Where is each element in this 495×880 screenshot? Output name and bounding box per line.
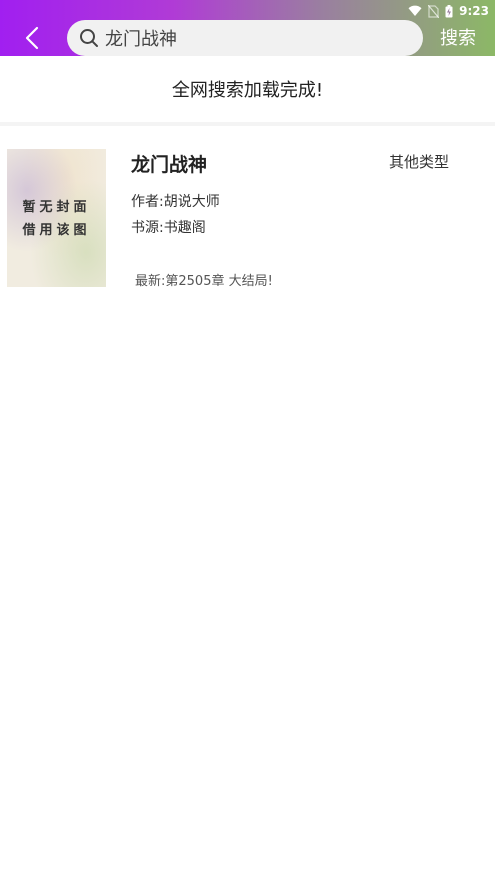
search-status-message: 全网搜索加载完成! [0, 56, 495, 126]
battery-charging-icon [445, 4, 453, 17]
chevron-left-icon [25, 26, 39, 50]
cover-text-line-2: 借用该图 [22, 223, 91, 238]
book-title: 龙门战神 [131, 154, 208, 176]
no-sim-icon [428, 4, 440, 18]
wifi-icon [408, 5, 422, 16]
status-time: 9:23 [459, 4, 489, 18]
book-source: 书源:书趣阁 [131, 220, 206, 236]
book-category: 其他类型 [389, 153, 450, 171]
status-bar: 9:23 [408, 2, 489, 20]
cover-text-line-1: 暂无封面 [22, 200, 91, 215]
list-item[interactable]: 暂无封面 借用该图 龙门战神 其他类型 作者:胡说大师 书源:书趣阁 最新:第2… [0, 130, 495, 300]
book-cover: 暂无封面 借用该图 [7, 149, 106, 287]
search-box[interactable] [67, 20, 423, 56]
search-icon [79, 28, 99, 48]
search-status-text: 全网搜索加载完成! [171, 80, 324, 101]
book-latest-chapter: 最新:第2505章 大结局! [135, 274, 273, 289]
back-button[interactable] [16, 22, 48, 54]
top-app-bar: 9:23 搜索 [0, 0, 495, 56]
search-button[interactable]: 搜索 [430, 24, 486, 54]
search-input[interactable] [105, 23, 405, 53]
book-author: 作者:胡说大师 [131, 194, 220, 210]
